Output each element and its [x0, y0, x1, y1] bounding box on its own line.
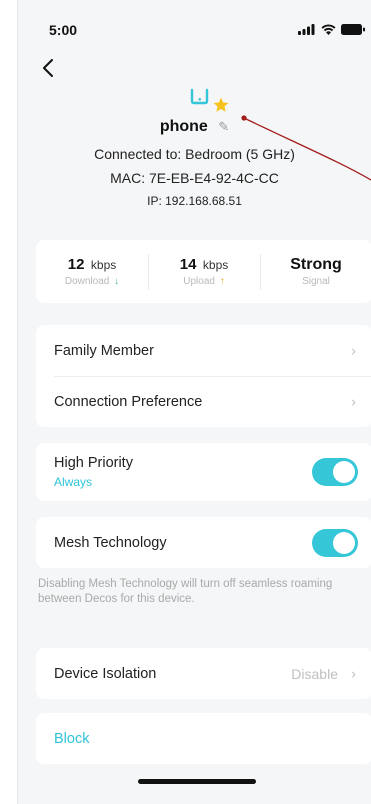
download-unit: kbps	[90, 258, 117, 272]
device-isolation-value: Disable	[291, 665, 338, 682]
device-name-row: phone ✎	[18, 118, 371, 136]
chevron-right-icon: ›	[351, 665, 356, 682]
device-isolation-label: Device Isolation	[54, 665, 157, 682]
device-detail-screen: 5:00 phone ✎ Connected to: Bedroom (5 GH…	[17, 0, 371, 804]
block-card: Block	[36, 713, 371, 764]
high-priority-toggle[interactable]	[312, 458, 358, 486]
wifi-icon	[321, 24, 336, 35]
signal-label: Signal	[302, 276, 330, 287]
battery-icon	[341, 24, 365, 35]
stats-card: 12 kbps Download ↓ 14 kbps Upload ↑ Stro…	[36, 240, 371, 303]
download-stat: 12 kbps Download ↓	[36, 240, 148, 303]
chevron-right-icon: ›	[351, 393, 356, 411]
upload-arrow-icon: ↑	[219, 276, 225, 287]
upload-stat: 14 kbps Upload ↑	[148, 240, 260, 303]
chevron-left-icon	[43, 59, 53, 77]
chevron-right-icon: ›	[351, 342, 356, 359]
device-isolation-row[interactable]: Device Isolation Disable ›	[36, 648, 371, 699]
download-value: 12	[67, 256, 85, 273]
device-isolation-card: Device Isolation Disable ›	[36, 648, 371, 699]
signal-stat: Strong Signal	[260, 240, 371, 303]
download-label: Download	[64, 276, 110, 287]
edit-icon[interactable]: ✎	[218, 119, 229, 135]
mesh-technology-toggle[interactable]	[312, 528, 358, 557]
mac-address-text: MAC: 7E-EB-E4-92-4C-CC	[110, 170, 279, 186]
status-bar: 5:00	[18, 0, 371, 44]
download-arrow-icon: ↓	[114, 276, 120, 287]
connection-preference-row[interactable]: Connection Preference ›	[54, 376, 371, 427]
family-member-row[interactable]: Family Member ›	[36, 325, 371, 376]
connected-to-text: Connected to: Bedroom (5 GHz)	[94, 146, 295, 162]
back-button[interactable]	[36, 56, 60, 80]
device-settings-card: Family Member › Connection Preference ›	[36, 325, 371, 427]
status-time: 5:00	[49, 22, 78, 38]
ip-address-text: IP: 192.168.68.51	[147, 194, 242, 208]
high-priority-card: High Priority Always	[36, 443, 371, 501]
mesh-technology-card: Mesh Technology	[36, 517, 371, 568]
device-name: phone	[159, 118, 208, 135]
upload-value: 14	[179, 256, 197, 273]
mesh-technology-note: Disabling Mesh Technology will turn off …	[38, 578, 333, 605]
cellular-signal-icon	[298, 24, 315, 35]
block-button[interactable]: Block	[36, 713, 371, 764]
high-priority-subtitle[interactable]: Always	[54, 475, 354, 489]
connection-preference-label: Connection Preference	[54, 394, 203, 410]
favorite-star-icon	[213, 97, 229, 112]
signal-value: Strong	[290, 256, 342, 273]
high-priority-label: High Priority	[54, 455, 133, 471]
family-member-label: Family Member	[54, 342, 154, 359]
device-avatar	[188, 84, 232, 118]
upload-unit: kbps	[202, 258, 229, 272]
mesh-technology-label: Mesh Technology	[54, 534, 167, 551]
home-indicator	[138, 779, 256, 784]
block-label: Block	[54, 730, 90, 747]
status-icons	[298, 24, 365, 35]
upload-label: Upload	[183, 276, 215, 287]
